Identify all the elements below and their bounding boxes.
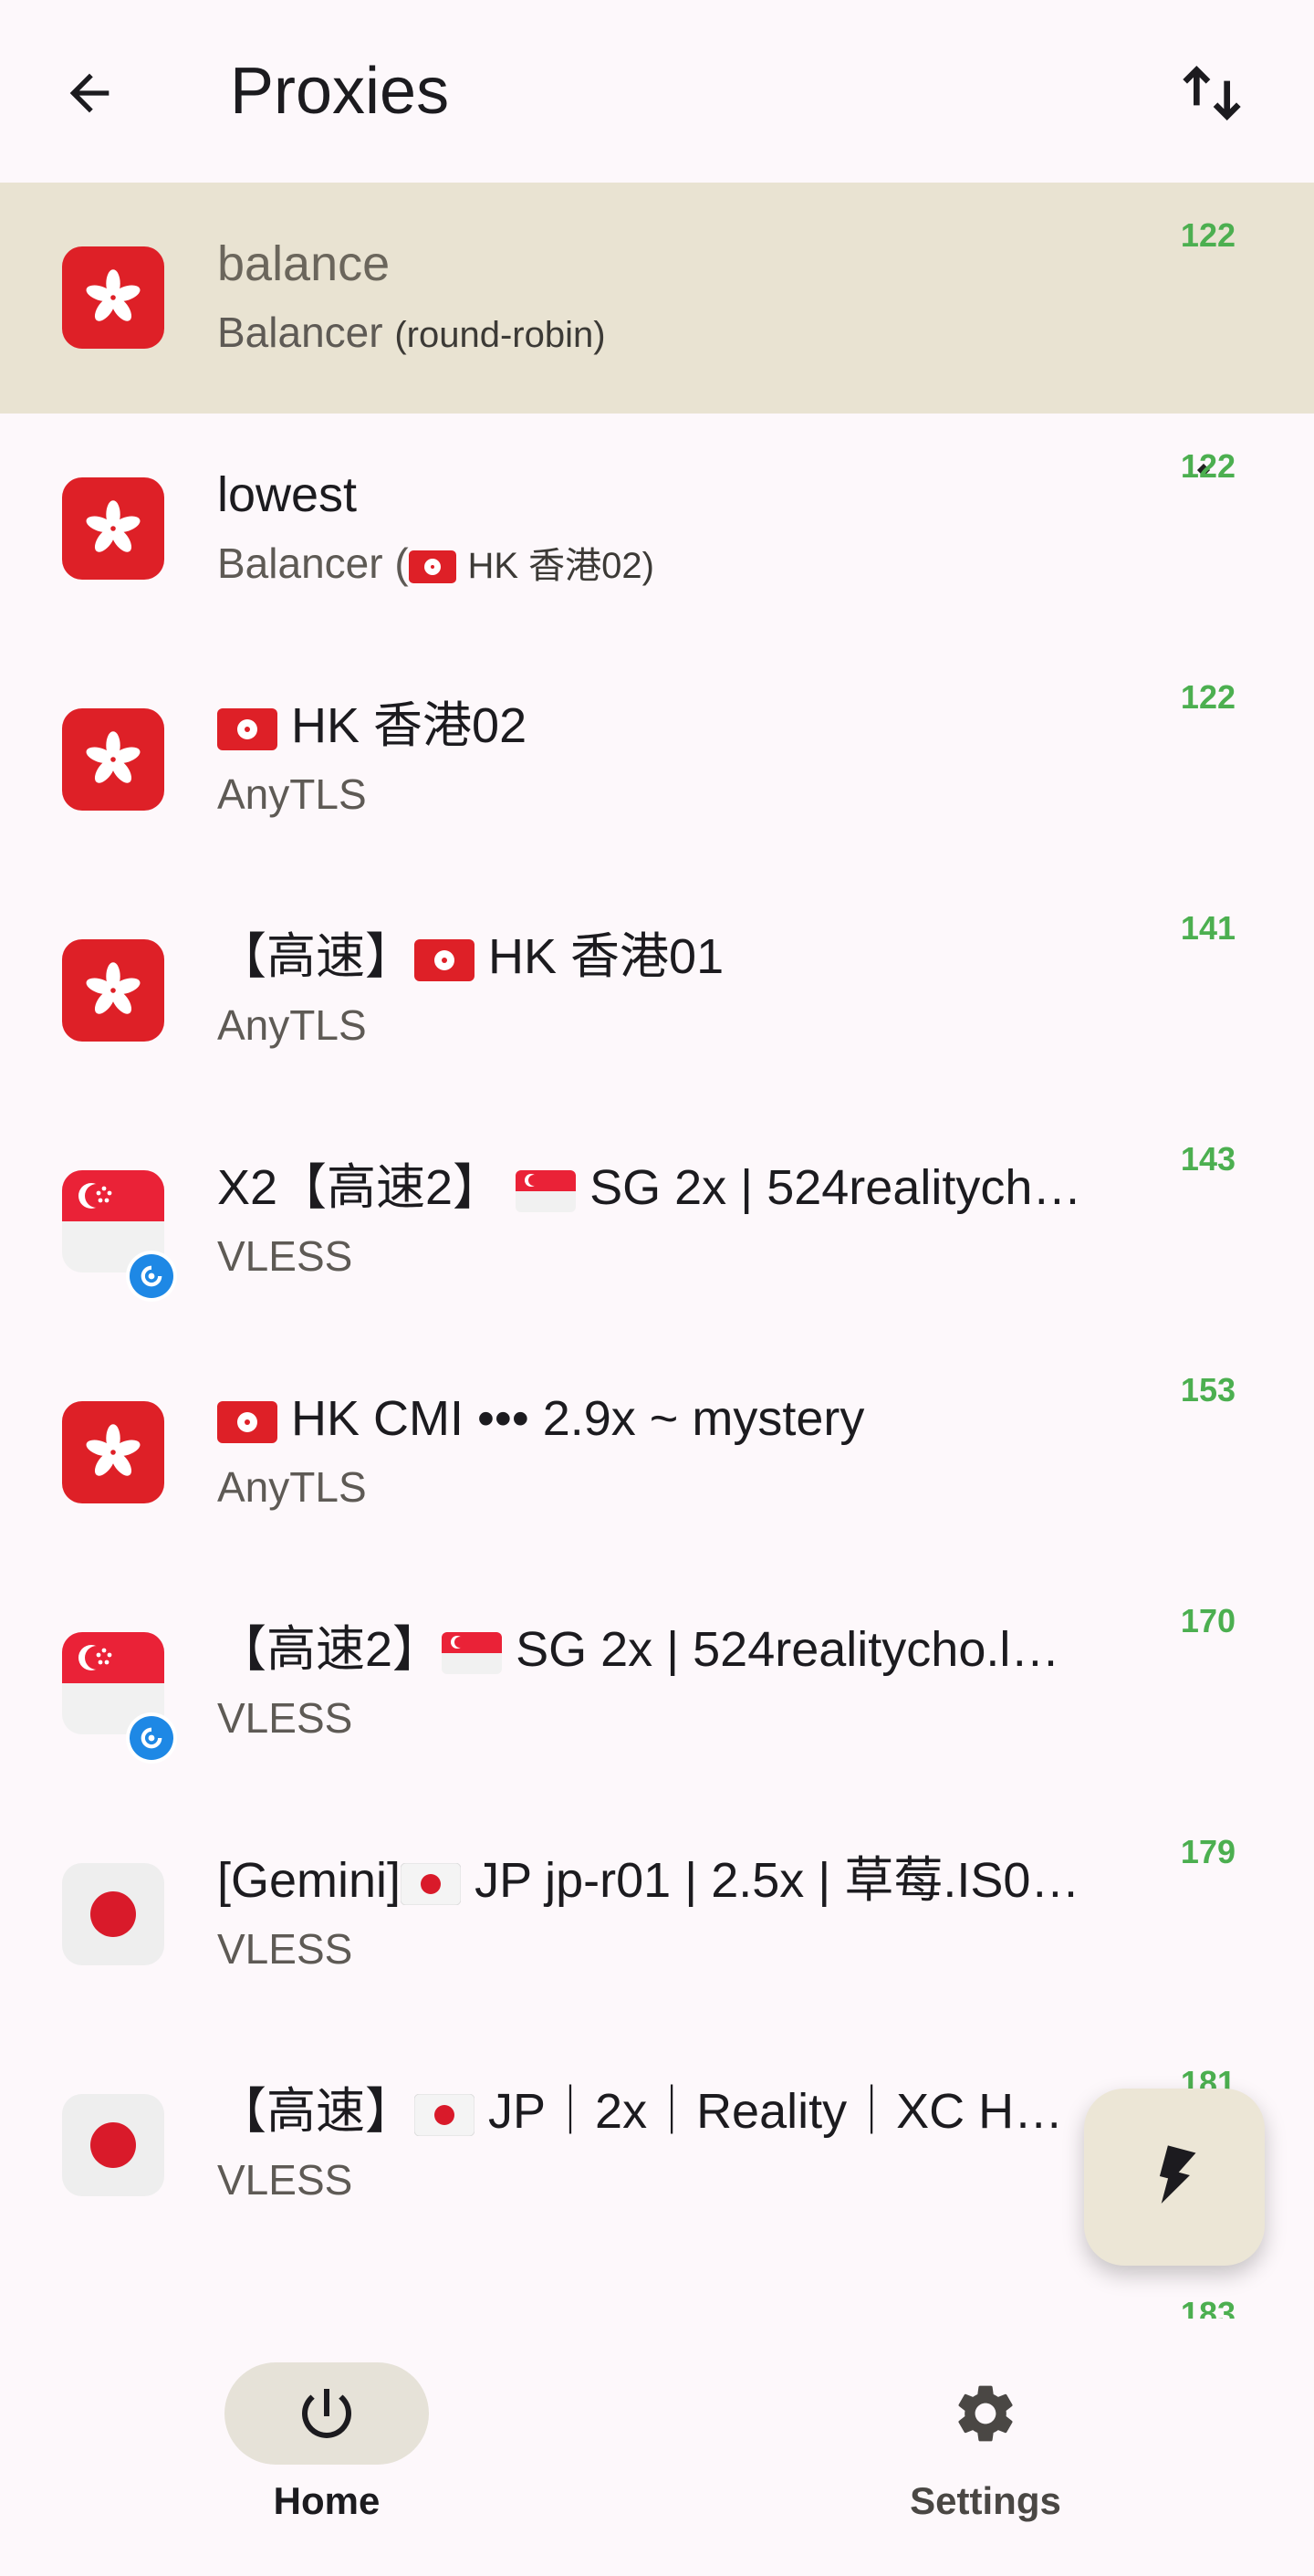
latency-value: 122 (1180, 216, 1236, 254)
hk-flag-icon (62, 939, 164, 1042)
proxy-prefix: 【高速2】 (217, 1622, 443, 1677)
proxy-row-balance[interactable]: balance Balancer (round-robin) 122 (0, 183, 1314, 414)
nav-home-button[interactable] (224, 2362, 429, 2465)
nav-home-label: Home (273, 2479, 381, 2522)
reality-badge-icon (126, 1712, 177, 1764)
latency-value: 143 (1180, 1140, 1236, 1178)
bolt-icon (1159, 2145, 1196, 2204)
proxy-title: HK 香港02 (217, 694, 1130, 758)
latency-value: 122 (1180, 447, 1236, 485)
top-app-bar: Proxies (0, 0, 1314, 183)
proxy-prefix: X2【高速2】 (217, 1160, 503, 1215)
latency-value: 179 (1180, 1833, 1236, 1870)
hk-flag-emoji-icon (217, 1400, 277, 1443)
latency-value: 183 (1180, 2295, 1236, 2319)
proxy-type: VLESS (217, 1694, 353, 1742)
proxy-row[interactable]: X2【高速2】 SG 2x | 524realitych… VLESS 143 (0, 1106, 1314, 1337)
page-title: Proxies (230, 55, 450, 128)
proxy-title: X2【高速2】 SG 2x | 524realitych… (217, 1156, 1130, 1220)
proxy-detail: (round-robin) (394, 315, 606, 355)
proxy-type: VLESS (217, 2156, 353, 2204)
hk-flag-icon (62, 1401, 164, 1503)
proxy-name: HK 香港02 (291, 698, 527, 753)
proxy-name: SG 2x | 524realitych… (589, 1160, 1082, 1215)
latency-value: 141 (1180, 909, 1236, 947)
proxy-subtitle: Balancer (round-robin) (217, 305, 1130, 362)
sg-flag-emoji-icon (442, 1631, 503, 1674)
hk-flag-icon (62, 708, 164, 811)
bottom-navigation: Home Settings (0, 2319, 1314, 2576)
latency-value: 122 (1180, 678, 1236, 716)
proxy-name: HK CMI ••• 2.9x ~ mystery (291, 1391, 865, 1446)
proxy-row[interactable]: [Gemini] JP jp-r01 | 2.5x | 草莓.IS0… VLES… (0, 1799, 1314, 2030)
hk-flag-icon (62, 246, 164, 349)
proxy-prefix: 【高速】 (217, 929, 414, 984)
reality-badge-icon (126, 1251, 177, 1302)
arrow-back-icon (69, 73, 110, 113)
proxy-type: AnyTLS (217, 770, 367, 818)
proxy-detail: HK 香港02) (467, 546, 654, 586)
proxy-type: VLESS (217, 1232, 353, 1280)
jp-flag-icon (62, 1863, 164, 1965)
proxy-title: balance (217, 236, 391, 291)
gear-icon (958, 2385, 1013, 2442)
proxy-title: lowest (217, 467, 358, 522)
hk-flag-icon (62, 477, 164, 580)
nav-settings-label: Settings (910, 2479, 1061, 2522)
jp-flag-icon (62, 2094, 164, 2196)
proxy-subtitle: Balancer ( HK 香港02) (217, 536, 1130, 593)
jp-flag-emoji-icon (401, 1862, 462, 1905)
proxy-type: Balancer (217, 309, 383, 356)
sort-button[interactable] (1168, 55, 1256, 131)
proxy-name: HK 香港01 (488, 929, 725, 984)
proxy-row[interactable]: 【高速】 HK 香港01 AnyTLS 141 (0, 875, 1314, 1106)
hk-flag-emoji-icon (408, 550, 456, 583)
proxy-prefix: 【高速】 (217, 2084, 414, 2139)
proxy-list: balance Balancer (round-robin) 122 lowes… (0, 183, 1314, 2319)
sort-icon (1183, 66, 1241, 120)
proxy-type: AnyTLS (217, 1463, 367, 1511)
proxy-row[interactable]: 【高速2】 SG 2x | 524realitycho.l… VLESS 170 (0, 1568, 1314, 1799)
proxy-row[interactable]: 183 (0, 2261, 1314, 2319)
proxy-row[interactable]: HK 香港02 AnyTLS 122 (0, 644, 1314, 875)
proxy-name: JP｜2x｜Reality｜XC H… (488, 2084, 1064, 2139)
nav-settings-button[interactable] (883, 2362, 1088, 2465)
latency-value: 153 (1180, 1371, 1236, 1408)
power-icon (302, 2389, 351, 2438)
sg-flag-emoji-icon (516, 1169, 577, 1212)
proxy-title: 【高速】 HK 香港01 (217, 925, 1130, 989)
hk-flag-emoji-icon (217, 707, 277, 750)
jp-flag-emoji-icon (414, 2093, 474, 2136)
test-latency-button[interactable] (1084, 2089, 1265, 2266)
proxy-title: 【高速2】 SG 2x | 524realitycho.l… (217, 1618, 1130, 1681)
proxy-title: [Gemini] JP jp-r01 | 2.5x | 草莓.IS0… (217, 1848, 1130, 1912)
proxy-name: JP jp-r01 | 2.5x | 草莓.IS0… (474, 1853, 1080, 1908)
proxy-name: SG 2x | 524realitycho.l… (516, 1622, 1060, 1677)
proxy-type: Balancer ( (217, 539, 409, 587)
proxy-title: 【高速】 JP｜2x｜Reality｜XC H… (217, 2079, 1075, 2143)
proxy-type: VLESS (217, 1925, 353, 1973)
latency-value: 170 (1180, 1602, 1236, 1639)
proxy-title: HK CMI ••• 2.9x ~ mystery (217, 1387, 1130, 1450)
hk-flag-emoji-icon (414, 938, 474, 981)
proxy-row-lowest[interactable]: lowest Balancer ( HK 香港02) 122 (0, 414, 1314, 644)
proxy-prefix: [Gemini] (217, 1853, 402, 1908)
back-button[interactable] (46, 55, 133, 131)
proxy-type: AnyTLS (217, 1001, 367, 1049)
proxy-row[interactable]: HK CMI ••• 2.9x ~ mystery AnyTLS 153 (0, 1337, 1314, 1568)
